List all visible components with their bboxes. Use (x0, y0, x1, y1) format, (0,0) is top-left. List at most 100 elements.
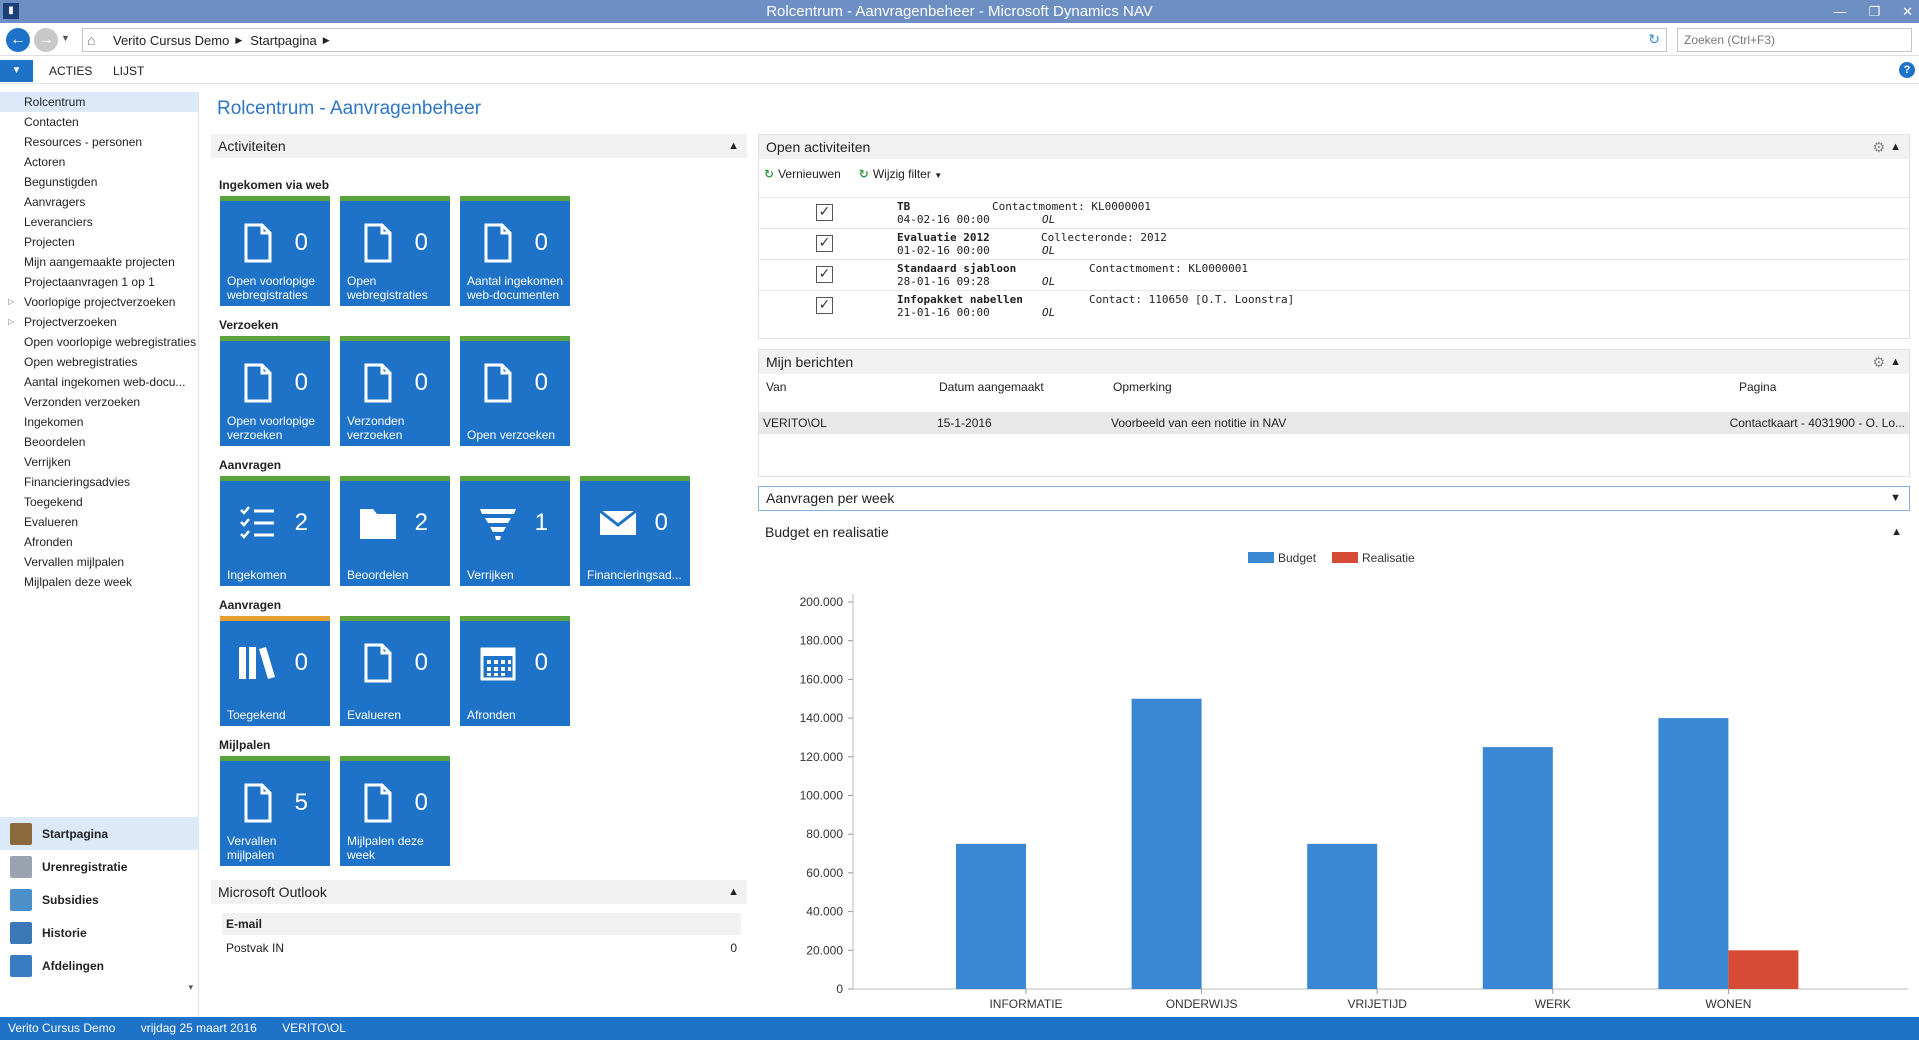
refresh-button[interactable]: ↻ Vernieuwen (764, 167, 841, 181)
nav-afdelingen[interactable]: Afdelingen (0, 949, 199, 982)
checkbox-checked-icon[interactable]: ✓ (816, 297, 833, 314)
close-icon[interactable]: ✕ (1902, 0, 1913, 23)
sidebar-item[interactable]: Beoordelen (0, 432, 198, 452)
cue-tile[interactable]: 0 Mijlpalen deze week (340, 756, 450, 866)
requests-per-week-part[interactable]: Aanvragen per week ▼ (758, 486, 1910, 511)
minimize-icon[interactable]: — (1833, 0, 1846, 23)
column-header[interactable]: Opmerking (1113, 380, 1172, 394)
column-header[interactable]: Van (766, 380, 786, 394)
cue-tile[interactable]: 0 Open voorlopige webregistraties (220, 196, 330, 306)
activity-row[interactable]: ✓ Infopakket nabellen 21-01-16 00:00 Contac… (759, 290, 1909, 321)
home-icon[interactable]: ⌂ (87, 31, 105, 49)
cue-tile[interactable]: 0 Toegekend (220, 616, 330, 726)
breadcrumb-separator-icon[interactable]: ▶ (323, 35, 330, 46)
sidebar-item[interactable]: Rolcentrum (0, 92, 198, 112)
cue-tile[interactable]: 0 Aantal ingekomen web-documenten (460, 196, 570, 306)
sidebar-item[interactable]: Resources - personen (0, 132, 198, 152)
expand-arrow-icon[interactable]: ▷ (8, 312, 14, 332)
history-dropdown-icon[interactable]: ▼ (61, 33, 70, 43)
restore-icon[interactable]: ❐ (1868, 0, 1880, 23)
change-filter-button[interactable]: ↻ Wijzig filter ▼ (859, 167, 942, 181)
part-header[interactable]: Budget en realisatie ▲ (758, 520, 1910, 544)
cue-tile[interactable]: 2 Ingekomen (220, 476, 330, 586)
nav-subsidies[interactable]: Subsidies (0, 883, 199, 916)
settings-gear-icon[interactable]: ⚙ (1872, 135, 1885, 159)
sidebar-item[interactable]: ▷ Projectverzoeken (0, 312, 198, 332)
sidebar-item[interactable]: Aanvragers (0, 192, 198, 212)
sidebar-item[interactable]: Evalueren (0, 512, 198, 532)
sidebar-item[interactable]: Verrijken (0, 452, 198, 472)
breadcrumb-separator-icon[interactable]: ▶ (235, 35, 242, 46)
cue-tile[interactable]: 0 Financieringsad... (580, 476, 690, 586)
tab-acties[interactable]: ACTIES (49, 64, 92, 78)
application-menu-button[interactable]: ▼ (0, 60, 33, 82)
expand-icon[interactable]: ▼ (1890, 487, 1901, 510)
sidebar-item-label: Mijn aangemaakte projecten (24, 255, 175, 269)
forward-button[interactable]: → (34, 28, 58, 52)
sidebar-item[interactable]: Aantal ingekomen web-docu... (0, 372, 198, 392)
sidebar-item[interactable]: Open webregistraties (0, 352, 198, 372)
sidebar-item-label: Begunstigden (24, 175, 98, 189)
collapse-icon[interactable]: ▲ (728, 880, 739, 904)
collapse-icon[interactable]: ▲ (1890, 350, 1901, 374)
checkbox-checked-icon[interactable]: ✓ (816, 235, 833, 252)
sidebar-item[interactable]: Mijlpalen deze week (0, 572, 198, 592)
activity-row[interactable]: ✓ Evaluatie 2012 01-02-16 00:00 Collecteron… (759, 228, 1909, 259)
nav-startpagina[interactable]: Startpagina (0, 817, 199, 850)
breadcrumb-item[interactable]: Verito Cursus Demo (113, 33, 229, 48)
message-row[interactable]: VERITO\OL 15-1-2016 Voorbeeld van een no… (759, 412, 1909, 434)
checkbox-checked-icon[interactable]: ✓ (816, 266, 833, 283)
sidebar-item[interactable]: Actoren (0, 152, 198, 172)
settings-gear-icon[interactable]: ⚙ (1872, 350, 1885, 374)
sidebar-item[interactable]: Projecten (0, 232, 198, 252)
cue-tile[interactable]: 0 Open verzoeken (460, 336, 570, 446)
collapse-icon[interactable]: ▲ (1891, 520, 1902, 544)
nav-historie[interactable]: Historie (0, 916, 199, 949)
sidebar-item[interactable]: Afronden (0, 532, 198, 552)
tab-lijst[interactable]: LIJST (113, 64, 144, 78)
part-header[interactable]: Activiteiten ▲ (211, 134, 747, 158)
cue-tile[interactable]: 1 Verrijken (460, 476, 570, 586)
cue-tile[interactable]: 0 Afronden (460, 616, 570, 726)
cue-label: Financieringsad... (587, 568, 682, 582)
sidebar-item[interactable]: Financieringsadvies (0, 472, 198, 492)
sidebar-item-label: Verzonden verzoeken (24, 395, 141, 409)
sidebar-item[interactable]: Verzonden verzoeken (0, 392, 198, 412)
breadcrumb-item[interactable]: Startpagina (250, 33, 317, 48)
cue-tile[interactable]: 0 Open webregistraties (340, 196, 450, 306)
activity-row[interactable]: ✓ Standaard sjabloon 28-01-16 09:28 Contact… (759, 259, 1909, 290)
outlook-row[interactable]: Postvak IN 0 (222, 938, 741, 958)
sidebar-item[interactable]: Contacten (0, 112, 198, 132)
cue-label: Open voorlopige verzoeken (227, 414, 316, 442)
column-header[interactable]: Datum aangemaakt (939, 380, 1044, 394)
expand-arrow-icon[interactable]: ▷ (8, 292, 14, 312)
cue-tile[interactable]: 0 Evalueren (340, 616, 450, 726)
sidebar-item[interactable]: ▷ Voorlopige projectverzoeken (0, 292, 198, 312)
part-header[interactable]: Open activiteiten ⚙ ▲ (759, 135, 1909, 159)
checkbox-checked-icon[interactable]: ✓ (816, 204, 833, 221)
search-input[interactable]: Zoeken (Ctrl+F3) (1677, 28, 1912, 52)
activity-row[interactable]: ✓ TB 04-02-16 00:00 Contactmoment: KL000000… (759, 197, 1909, 228)
sidebar-item[interactable]: Begunstigden (0, 172, 198, 192)
collapse-icon[interactable]: ▲ (1890, 135, 1901, 159)
cue-tile[interactable]: 0 Open voorlopige verzoeken (220, 336, 330, 446)
sidebar-item[interactable]: Leveranciers (0, 212, 198, 232)
refresh-icon[interactable]: ↻ (1648, 31, 1660, 48)
back-button[interactable]: ← (6, 28, 30, 52)
cue-tile[interactable]: 5 Vervallen mijlpalen (220, 756, 330, 866)
sidebar-item[interactable]: Toegekend (0, 492, 198, 512)
sidebar-item[interactable]: Ingekomen (0, 412, 198, 432)
column-header[interactable]: Pagina (1739, 380, 1776, 394)
more-chevron-icon[interactable]: ▾ (0, 982, 199, 993)
sidebar-item[interactable]: Vervallen mijlpalen (0, 552, 198, 572)
sidebar-item[interactable]: Projectaanvragen 1 op 1 (0, 272, 198, 292)
nav-urenregistratie[interactable]: Urenregistratie (0, 850, 199, 883)
collapse-icon[interactable]: ▲ (728, 134, 739, 158)
part-header[interactable]: Mijn berichten ⚙ ▲ (759, 350, 1909, 374)
cue-tile[interactable]: 0 Verzonden verzoeken (340, 336, 450, 446)
part-header[interactable]: Microsoft Outlook ▲ (211, 880, 747, 904)
sidebar-item[interactable]: Open voorlopige webregistraties (0, 332, 198, 352)
sidebar-item[interactable]: Mijn aangemaakte projecten (0, 252, 198, 272)
cue-tile[interactable]: 2 Beoordelen (340, 476, 450, 586)
help-icon[interactable]: ? (1899, 62, 1915, 78)
